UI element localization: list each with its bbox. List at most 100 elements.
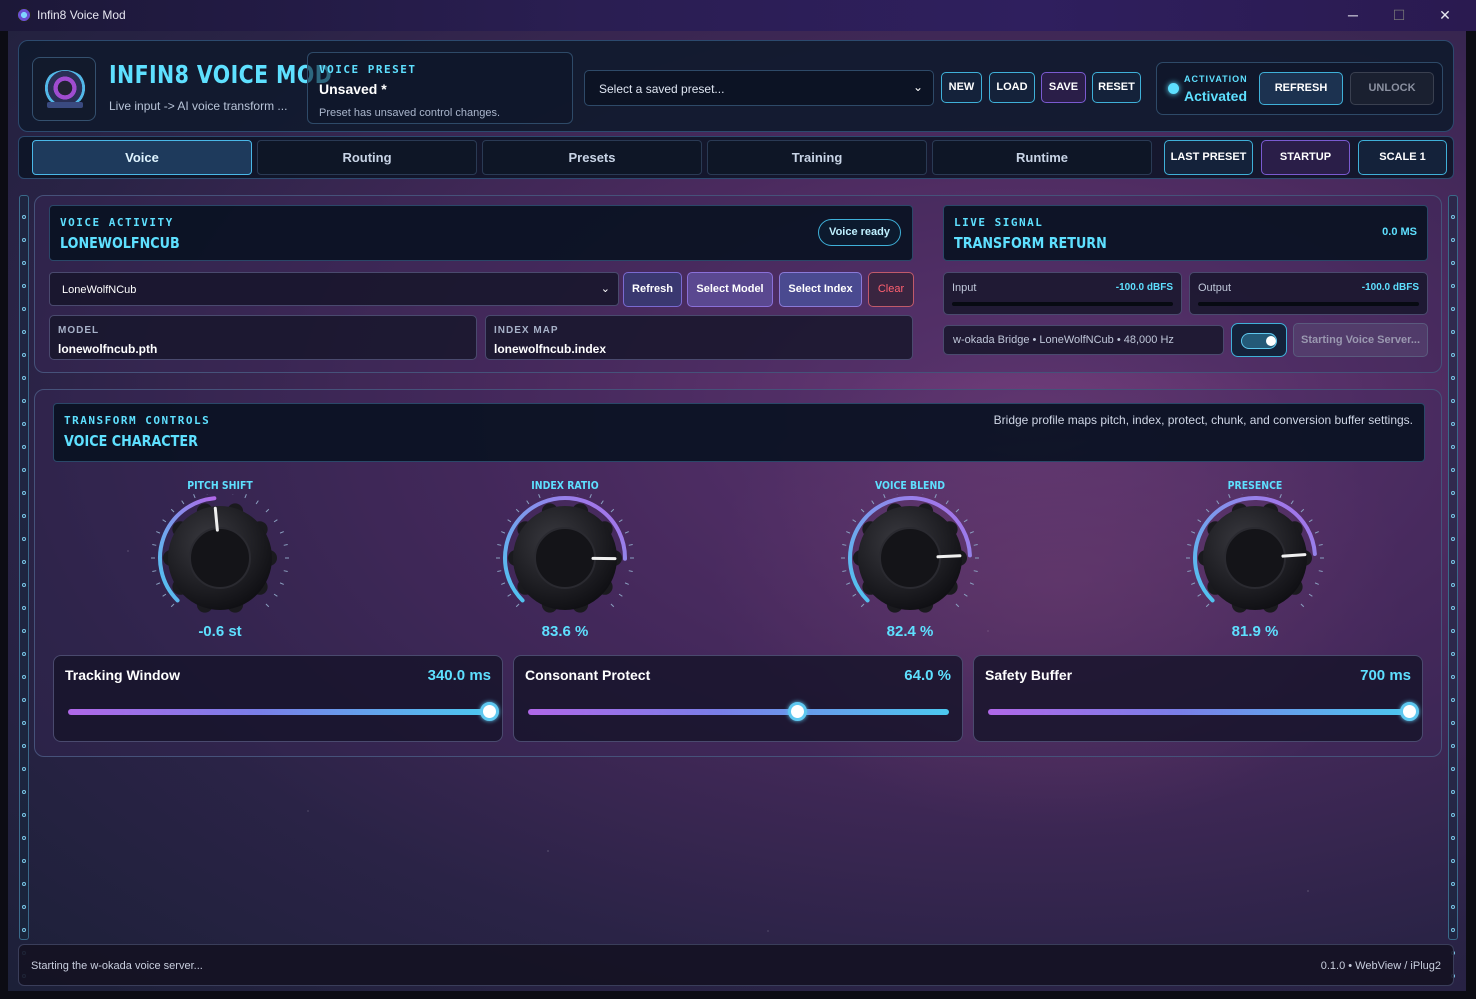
rail-rivet	[1451, 284, 1455, 288]
tab-presets[interactable]: Presets	[482, 140, 702, 175]
activation-label: ACTIVATION	[1184, 74, 1248, 84]
tab-routing[interactable]: Routing	[257, 140, 477, 175]
rail-rivet	[1451, 790, 1455, 794]
rail-rivet	[22, 698, 26, 702]
knob-value: 83.6 %	[541, 623, 589, 640]
last-preset-button[interactable]: LAST PRESET	[1164, 140, 1253, 175]
knob-dial[interactable]	[140, 494, 300, 624]
rail-rivet	[1451, 376, 1455, 380]
output-label: Output	[1198, 282, 1232, 294]
slider-thumb[interactable]	[1400, 702, 1419, 721]
minimize-button[interactable]: ─	[1330, 4, 1376, 26]
voice-activity-title: LONEWOLFNCUB	[60, 234, 180, 252]
reset-button[interactable]: RESET	[1092, 72, 1141, 103]
rail-rivet	[1451, 629, 1455, 633]
knob-presence: PRESENCE 81.9 %	[1175, 476, 1335, 646]
right-rail	[1448, 195, 1458, 978]
start-voice-server-button[interactable]: Starting Voice Server...	[1293, 323, 1428, 357]
app-title: INFIN8 VOICE MOD	[109, 60, 333, 89]
voice-activity-panel: VOICE ACTIVITY LONEWOLFNCUB Voice ready	[49, 205, 913, 261]
model-select[interactable]: LoneWolfNCub ⌄	[49, 272, 619, 306]
bridge-toggle[interactable]	[1231, 323, 1287, 357]
rail-rivet	[1451, 491, 1455, 495]
tab-training[interactable]: Training	[707, 140, 927, 175]
slider-track[interactable]	[988, 709, 1409, 715]
slider-track[interactable]	[528, 709, 949, 715]
live-signal-title: TRANSFORM RETURN	[954, 234, 1107, 252]
chevron-down-icon: ⌄	[912, 80, 923, 94]
tab-runtime[interactable]: Runtime	[932, 140, 1152, 175]
rail-rivet	[1451, 652, 1455, 656]
rail-rivet	[1451, 744, 1455, 748]
live-signal-kicker: LIVE SIGNAL	[954, 216, 1044, 229]
rail-rivet	[1451, 698, 1455, 702]
preset-name: Unsaved *	[319, 81, 387, 97]
rail-rivet	[22, 629, 26, 633]
rail-rivet	[22, 859, 26, 863]
unlock-button[interactable]: UNLOCK	[1350, 72, 1434, 105]
activation-box: ACTIVATION Activated REFRESH UNLOCK	[1156, 62, 1443, 115]
slider-label: Safety Buffer	[985, 667, 1073, 683]
input-level: -100.0 dBFS	[1115, 282, 1173, 293]
voice-activity-kicker: VOICE ACTIVITY	[60, 216, 174, 229]
scale-button[interactable]: SCALE 1	[1358, 140, 1447, 175]
slider-track[interactable]	[68, 709, 489, 715]
preset-kicker: VOICE PRESET	[319, 63, 417, 76]
activation-status-dot	[1168, 83, 1179, 94]
preset-select[interactable]: Select a saved preset... ⌄	[584, 70, 934, 106]
rail-rivet	[22, 882, 26, 886]
clear-button[interactable]: Clear	[868, 272, 914, 307]
index-map-value: lonewolfncub.index	[494, 342, 607, 356]
model-label: MODEL	[58, 325, 100, 336]
knob-label: VOICE BLEND	[874, 479, 946, 492]
refresh-models-button[interactable]: Refresh	[623, 272, 682, 307]
rail-rivet	[22, 836, 26, 840]
rail-rivet	[22, 767, 26, 771]
input-label: Input	[952, 282, 977, 294]
transform-title: VOICE CHARACTER	[64, 432, 198, 450]
transform-controls-panel: TRANSFORM CONTROLS VOICE CHARACTER Bridg…	[53, 403, 1425, 462]
knob-value: 82.4 %	[886, 623, 934, 640]
select-model-button[interactable]: Select Model	[687, 272, 773, 307]
slider-thumb[interactable]	[788, 702, 808, 721]
startup-button[interactable]: STARTUP	[1261, 140, 1350, 175]
model-value: lonewolfncub.pth	[58, 342, 158, 356]
bridge-profile-note: Bridge profile maps pitch, index, protec…	[993, 413, 1413, 427]
tab-voice[interactable]: Voice	[32, 140, 252, 175]
knob-dial[interactable]	[830, 494, 990, 624]
rail-rivet	[1451, 606, 1455, 610]
slider-thumb[interactable]	[480, 702, 499, 721]
refresh-activation-button[interactable]: REFRESH	[1259, 72, 1343, 105]
rail-rivet	[22, 215, 26, 219]
knob-value: 81.9 %	[1231, 623, 1279, 640]
new-button[interactable]: NEW	[941, 72, 982, 103]
knob-dial[interactable]	[1175, 494, 1335, 624]
rail-rivet	[22, 928, 26, 932]
rail-rivet	[1451, 445, 1455, 449]
knob-label: PITCH SHIFT	[187, 479, 253, 492]
left-rail	[19, 195, 29, 978]
close-button[interactable]: ✕	[1422, 4, 1468, 26]
rail-rivet	[1451, 767, 1455, 771]
rail-rivet	[1451, 675, 1455, 679]
input-level-bar	[952, 302, 1173, 306]
knob-dial[interactable]	[485, 494, 645, 624]
slider-safety-buffer: Safety Buffer 700 ms	[973, 655, 1423, 742]
maximize-button[interactable]: ☐	[1376, 4, 1422, 26]
slider-tracking-window: Tracking Window 340.0 ms	[53, 655, 503, 742]
save-button[interactable]: SAVE	[1041, 72, 1086, 103]
load-button[interactable]: LOAD	[989, 72, 1035, 103]
rail-rivet	[22, 399, 26, 403]
app-window: Infin8 Voice Mod ─ ☐ ✕ INFIN8 VOICE MOD …	[0, 0, 1476, 999]
rail-rivet	[22, 445, 26, 449]
title-bar: Infin8 Voice Mod ─ ☐ ✕	[0, 0, 1476, 31]
knob-index-ratio: INDEX RATIO 83.6 %	[485, 476, 645, 646]
rail-rivet	[22, 813, 26, 817]
input-meter: Input -100.0 dBFS	[943, 272, 1182, 315]
rail-rivet	[1451, 215, 1455, 219]
select-index-button[interactable]: Select Index	[779, 272, 862, 307]
rail-rivet	[1451, 399, 1455, 403]
rail-rivet	[22, 353, 26, 357]
rail-rivet	[22, 606, 26, 610]
rail-rivet	[1451, 514, 1455, 518]
